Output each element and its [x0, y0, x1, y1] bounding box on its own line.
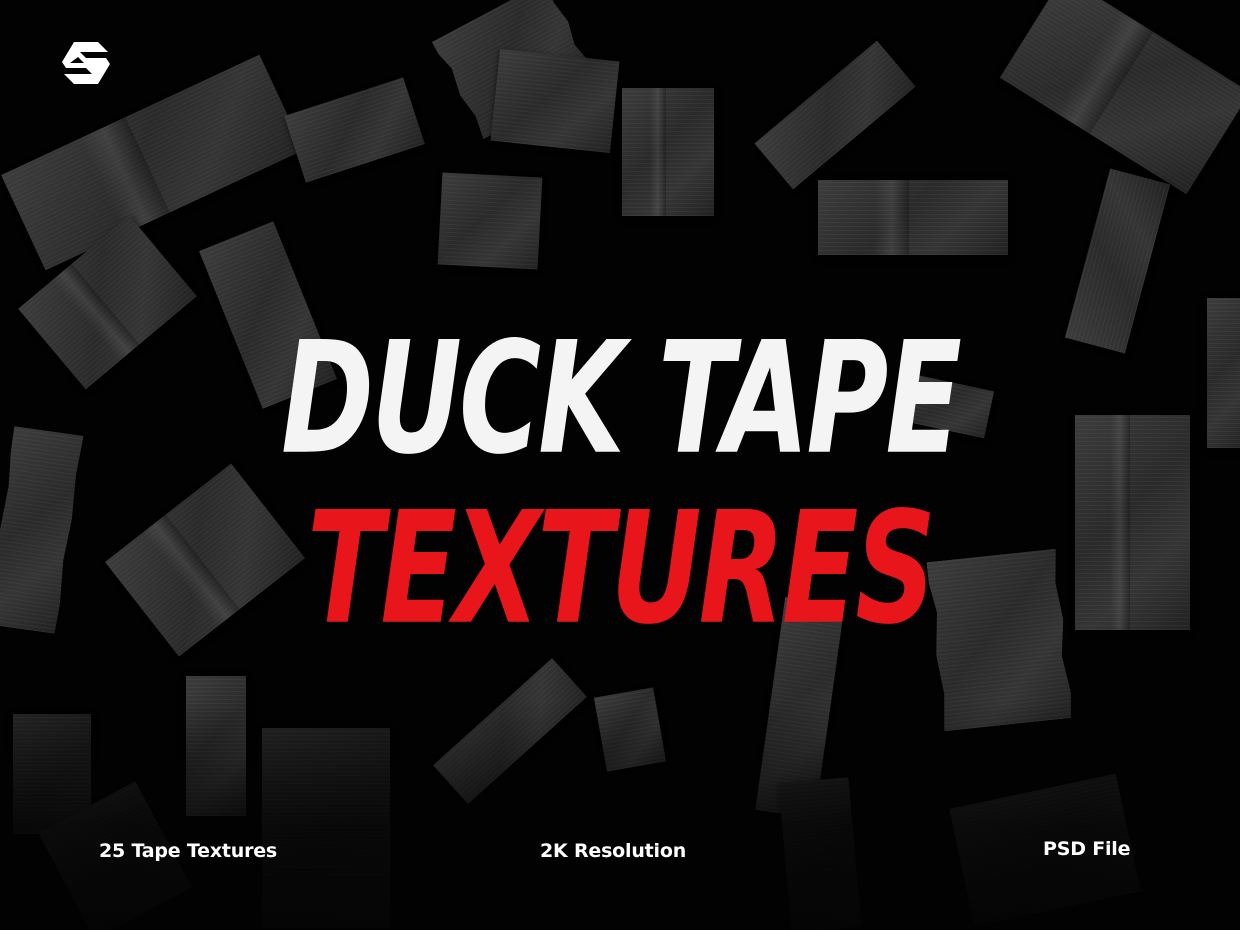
title-line-1: DUCK TAPE: [281, 309, 962, 489]
tape-piece: [593, 687, 667, 772]
feature-file-format: PSD File: [1043, 838, 1131, 860]
tape-piece: [490, 48, 620, 154]
title-line-2: TEXTURES: [306, 479, 936, 659]
tape-piece: [186, 676, 246, 816]
tape-piece: [433, 658, 587, 804]
tape-piece: [437, 172, 543, 270]
tape-piece: [754, 40, 916, 190]
tape-piece: [818, 180, 1008, 255]
feature-texture-count: 25 Tape Textures: [99, 840, 278, 862]
promo-banner: DUCK TAPE TEXTURES 25 Tape Textures 2K R…: [0, 0, 1240, 930]
stylized-s-logo-icon: [62, 42, 110, 84]
tape-piece: [622, 88, 714, 216]
tape-piece: [999, 0, 1240, 195]
feature-resolution: 2K Resolution: [540, 840, 687, 862]
tape-piece: [262, 728, 390, 928]
tape-piece: [284, 77, 425, 183]
tape-piece: [778, 777, 862, 930]
